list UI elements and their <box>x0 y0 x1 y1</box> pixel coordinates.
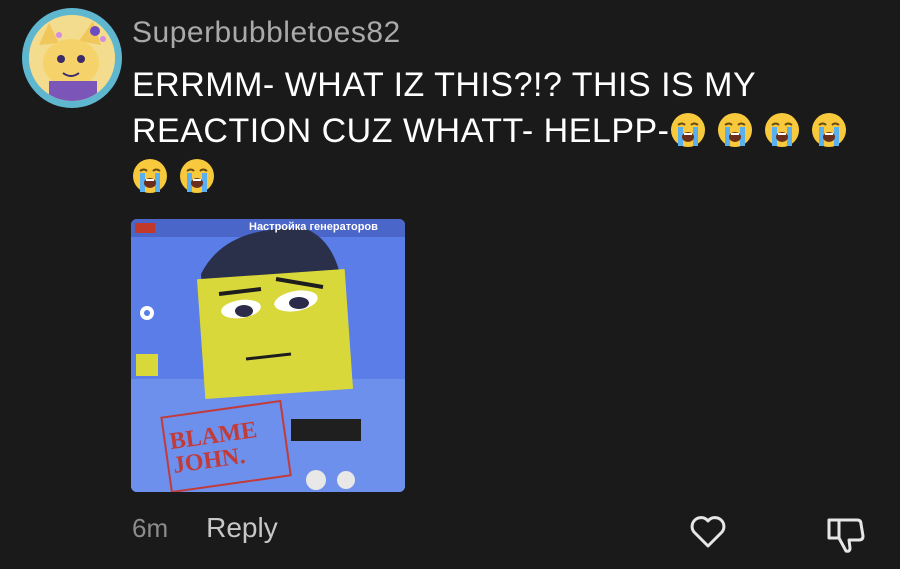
thumbs-down-outline-icon[interactable] <box>825 512 867 554</box>
reply-button[interactable]: Reply <box>206 512 278 544</box>
comment-body: ERRMM- WHAT IZ THIS?!? THIS IS MY REACTI… <box>132 66 756 150</box>
loudly-crying-face-emoji <box>717 112 753 148</box>
loudly-crying-face-emoji <box>764 112 800 148</box>
loudly-crying-face-emoji <box>132 158 168 194</box>
avatar-image <box>29 15 115 101</box>
heart-outline-icon[interactable] <box>688 512 728 552</box>
username[interactable]: Superbubbletoes82 <box>132 16 401 50</box>
comment-text: ERRMM- WHAT IZ THIS?!? THIS IS MY REACTI… <box>132 62 872 200</box>
avatar[interactable] <box>22 8 122 108</box>
loudly-crying-face-emoji <box>811 112 847 148</box>
timestamp: 6m <box>132 512 169 543</box>
loudly-crying-face-emoji <box>179 158 215 194</box>
attachment-title: Настройка генераторов <box>249 221 378 233</box>
comment-image-attachment[interactable]: Настройка генераторов BLAME JOHN. <box>131 219 405 492</box>
comment-item: Superbubbletoes82 ERRMM- WHAT IZ THIS?!?… <box>0 0 900 569</box>
comment-footer: 6m Reply <box>132 512 278 544</box>
loudly-crying-face-emoji <box>670 112 706 148</box>
